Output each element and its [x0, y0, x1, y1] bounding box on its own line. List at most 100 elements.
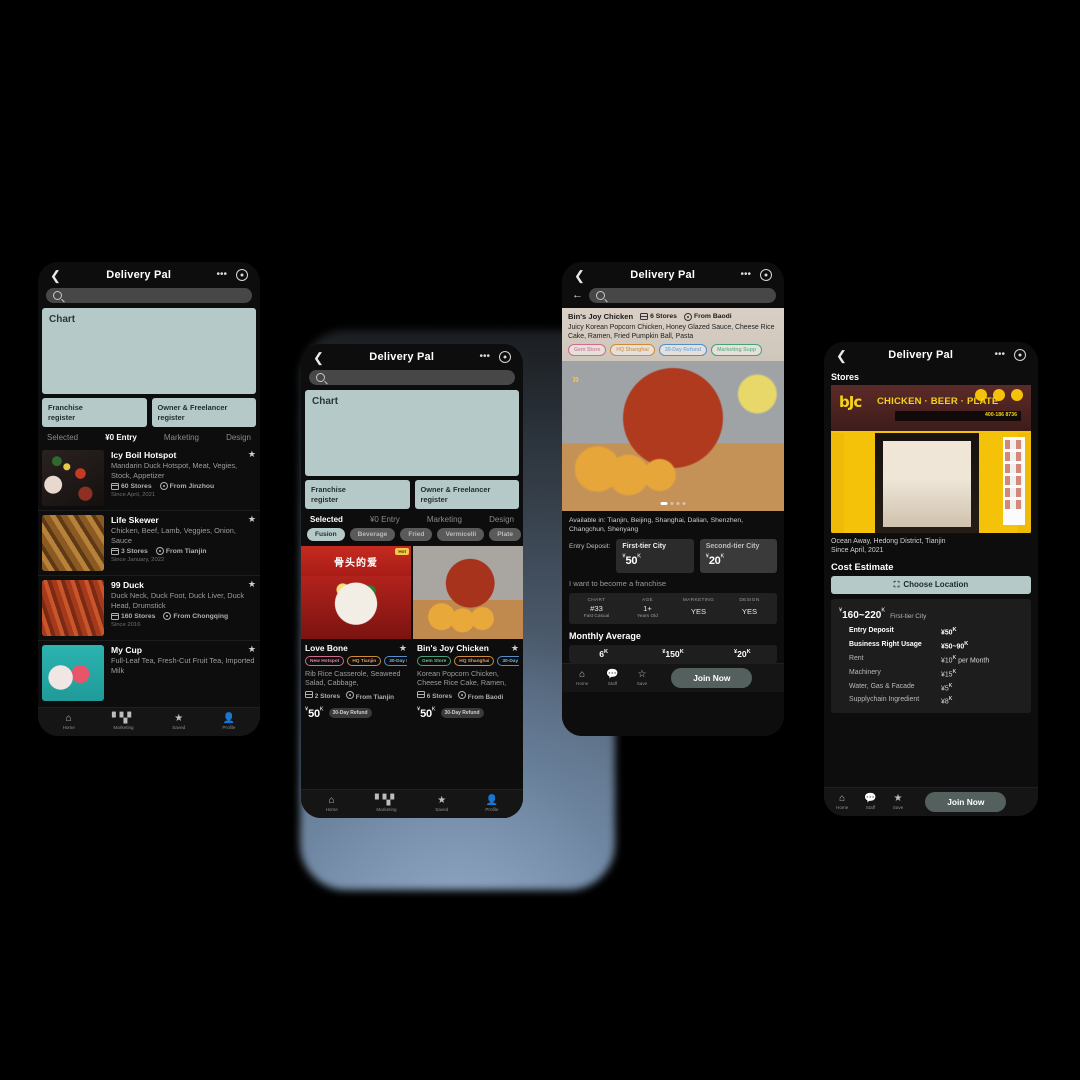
record-icon[interactable]: [1013, 349, 1026, 361]
choose-location-button[interactable]: ⛶ Choose Location: [831, 575, 1031, 594]
tag-new-hotspot: New Hotspot: [305, 656, 345, 666]
tab-design[interactable]: Design: [226, 433, 251, 442]
nav-marketing[interactable]: ▘▚▘ Marketing: [112, 714, 135, 731]
brand-name: Bin's Joy Chicken: [417, 643, 489, 653]
tab-design[interactable]: Design: [489, 515, 514, 524]
owner-freelancer-register-button[interactable]: Owner & Freelancer register: [414, 480, 519, 509]
join-now-button[interactable]: Join Now: [671, 668, 753, 688]
chat-icon: 💬: [606, 669, 619, 680]
chart-panel-label: Chart: [49, 314, 76, 325]
more-icon[interactable]: •••: [479, 352, 490, 362]
star-icon[interactable]: ★: [248, 645, 256, 654]
nav-home[interactable]: ⌂ Home: [576, 670, 588, 687]
cost-key: Water, Gas & Facade: [849, 682, 915, 690]
chip-plate[interactable]: Plate: [489, 528, 522, 541]
origin-label: From Tianjin: [355, 693, 395, 701]
nav-saved[interactable]: ★ Saved: [435, 796, 448, 813]
carousel-dot-active[interactable]: [660, 502, 668, 505]
tab-marketing[interactable]: Marketing: [164, 433, 199, 442]
carousel-dot[interactable]: [670, 502, 674, 505]
person-icon: 👤: [222, 713, 236, 724]
star-icon[interactable]: ★: [399, 643, 407, 653]
cost-suffix: per Month: [956, 657, 990, 665]
stat-key: MARKETING: [682, 598, 715, 603]
back-arrow-icon[interactable]: ←: [570, 290, 583, 301]
brand-name: My Cup: [111, 645, 143, 655]
back-icon[interactable]: ❮: [574, 269, 585, 282]
chip-beverage[interactable]: Beverage: [349, 528, 396, 541]
nav-home[interactable]: ⌂ Home: [63, 714, 75, 731]
since-line: Since April, 2021: [831, 547, 884, 555]
table-row[interactable]: Icy Boil Hotspot ★ Mandarin Duck Hotspot…: [38, 446, 260, 511]
stat-value: #33: [590, 604, 603, 613]
join-now-button[interactable]: Join Now: [925, 792, 1007, 812]
person-icon: 👤: [485, 795, 499, 806]
nav-label: Profile: [485, 807, 499, 812]
carousel-dot[interactable]: [676, 502, 680, 505]
cost-line: Supplychain Ingredient ¥8K: [839, 696, 1023, 705]
owner-freelancer-register-button[interactable]: Owner & Freelancer register: [151, 398, 256, 427]
more-icon[interactable]: •••: [740, 270, 751, 280]
more-icon[interactable]: •••: [216, 270, 227, 280]
card-image: 骨头的爱 Hot: [301, 546, 411, 639]
become-franchise-link[interactable]: I want to become a franchise: [569, 579, 777, 588]
table-row[interactable]: 99 Duck ★ Duck Neck, Duck Foot, Duck Liv…: [38, 576, 260, 641]
record-icon[interactable]: [235, 269, 248, 281]
back-icon[interactable]: ❮: [50, 269, 61, 282]
cost-key: Rent: [849, 654, 864, 662]
next-chevron-icon[interactable]: »: [572, 371, 579, 386]
nav-label: Marketing: [113, 725, 134, 730]
tab-selected[interactable]: Selected: [310, 515, 343, 524]
chip-fusion[interactable]: Fusion: [307, 528, 345, 541]
record-icon[interactable]: [498, 351, 511, 363]
nav-marketing[interactable]: ▘▚▘ Marketing: [375, 796, 398, 813]
cost-amount: ¥5: [941, 684, 949, 692]
chart-panel[interactable]: Chart: [305, 390, 519, 476]
nav-save[interactable]: ☆ Save: [637, 670, 647, 687]
cost-line: Machinery ¥15K: [839, 669, 1023, 678]
star-icon[interactable]: ★: [511, 643, 519, 653]
back-icon[interactable]: ❮: [313, 351, 324, 364]
cost-amount: ¥15: [941, 671, 953, 678]
list-item[interactable]: 骨头的爱 Hot Love Bone ★ New Hotspot HQ Tian…: [301, 546, 411, 789]
nav-saved[interactable]: ★ Saved: [172, 714, 185, 731]
record-icon[interactable]: [759, 269, 772, 281]
origin: From Baodi: [683, 312, 732, 321]
nav-home[interactable]: ⌂ Home: [326, 796, 338, 813]
nav-profile[interactable]: 👤 Profile: [222, 713, 236, 731]
chip-vermicelli[interactable]: Vermicelli: [437, 528, 485, 541]
stat-key: AGE: [641, 598, 654, 603]
star-icon[interactable]: ★: [248, 580, 256, 589]
tab-zero-entry[interactable]: ¥0 Entry: [105, 433, 137, 442]
hero-carousel[interactable]: »: [562, 361, 784, 511]
deposit-option-second-tier[interactable]: Second-tier City ¥20K: [699, 539, 778, 573]
chart-panel[interactable]: Chart: [42, 308, 256, 394]
tab-marketing[interactable]: Marketing: [427, 515, 462, 524]
tab-selected[interactable]: Selected: [47, 433, 78, 442]
screenshot-canvas: ❮ Delivery Pal ••• Chart Franchise regis…: [0, 0, 1080, 1080]
list-item[interactable]: Bin's Joy Chicken ★ Gem Store HQ Shangha…: [413, 546, 523, 789]
nav-bar: ❮ Delivery Pal •••: [38, 262, 260, 288]
table-row[interactable]: My Cup ★ Full-Leaf Tea, Fresh-Cut Fruit …: [38, 641, 260, 705]
chip-fried[interactable]: Fried: [400, 528, 433, 541]
star-icon[interactable]: ★: [248, 450, 256, 459]
table-row[interactable]: Life Skewer ★ Chicken, Beef, Lamb, Veggi…: [38, 511, 260, 576]
search-input[interactable]: [46, 288, 252, 303]
back-icon[interactable]: ❮: [836, 349, 847, 362]
tab-zero-entry[interactable]: ¥0 Entry: [370, 515, 400, 524]
deposit-option-first-tier[interactable]: First-tier City ¥50K: [616, 539, 694, 573]
carousel-dot[interactable]: [682, 502, 686, 505]
nav-staff[interactable]: 💬 Staff: [864, 794, 876, 811]
search-input[interactable]: [309, 370, 515, 385]
nav-staff[interactable]: 💬 Staff: [606, 669, 619, 687]
carousel-dots: [660, 502, 686, 505]
more-icon[interactable]: •••: [994, 350, 1005, 360]
star-icon[interactable]: ★: [248, 515, 256, 524]
nav-profile[interactable]: 👤 Profile: [485, 795, 499, 813]
nav-save[interactable]: ★ Save: [893, 794, 903, 811]
nav-home[interactable]: ⌂ Home: [836, 794, 848, 811]
search-row: ←: [562, 288, 784, 308]
franchise-register-button[interactable]: Franchise register: [305, 480, 410, 509]
search-input[interactable]: [589, 288, 776, 303]
franchise-register-button[interactable]: Franchise register: [42, 398, 147, 427]
